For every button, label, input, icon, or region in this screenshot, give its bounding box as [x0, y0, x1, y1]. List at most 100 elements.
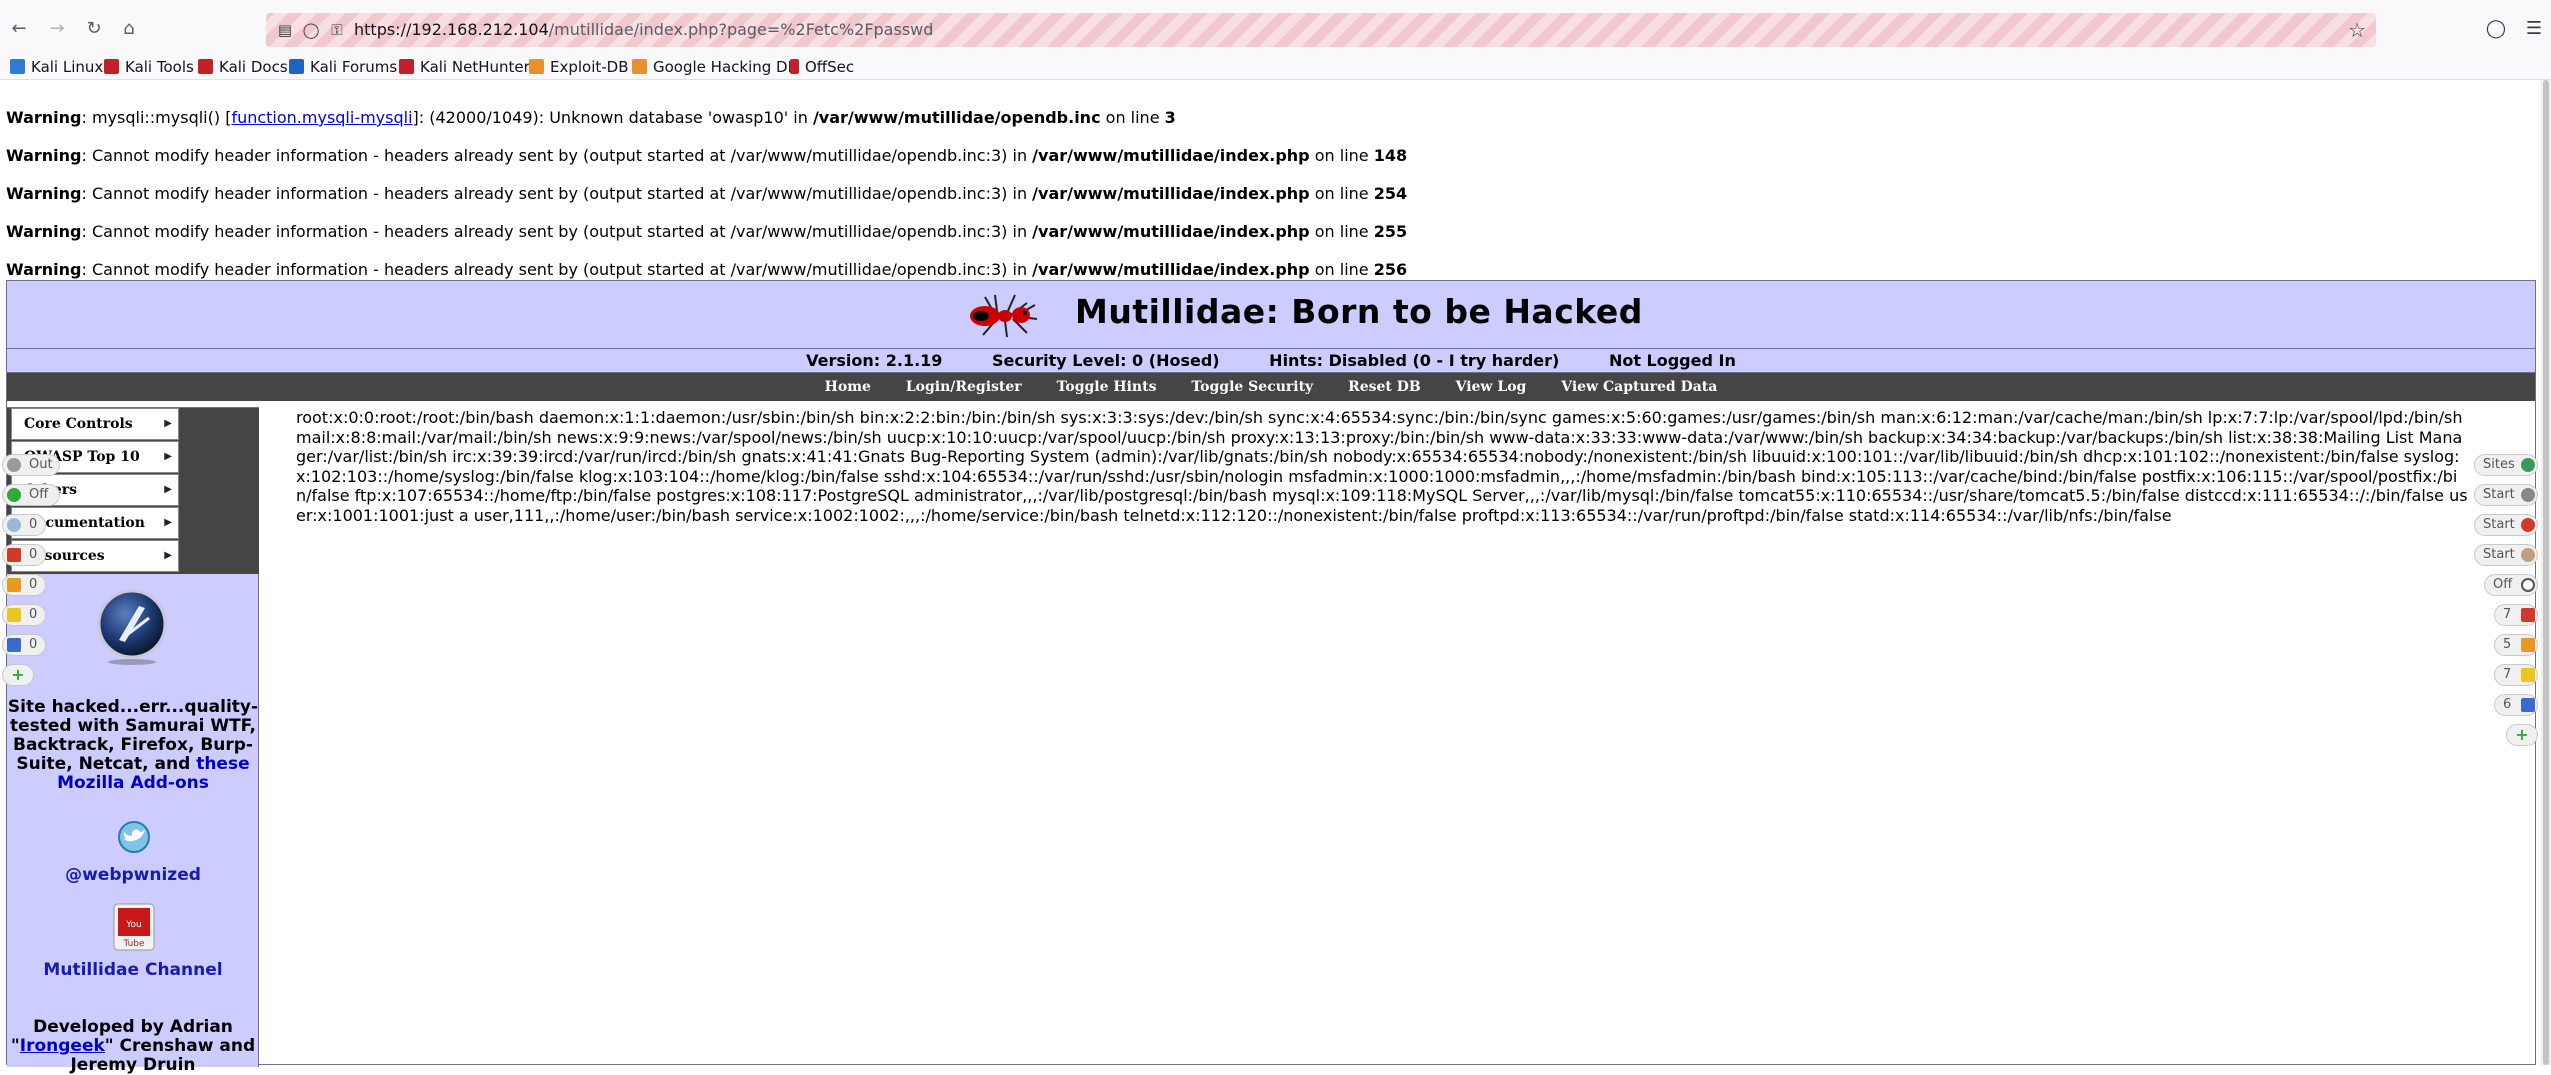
login-status: Not Logged In	[1608, 351, 1736, 370]
red-flag-icon	[7, 548, 21, 562]
submenu-arrow-icon: ▶	[164, 550, 172, 561]
youtube-icon[interactable]: You Tube	[110, 902, 158, 952]
site-header: Mutillidae: Born to be Hacked	[7, 281, 2535, 349]
side-menu-core-controls[interactable]: Core Controls ▶	[11, 408, 179, 440]
add-plugin-button[interactable]: +	[2, 664, 34, 686]
back-icon[interactable]: ←	[8, 18, 30, 40]
php-warning: Warning: mysqli::mysqli() [function.mysq…	[6, 108, 1176, 127]
offsec-icon	[790, 59, 799, 74]
twitter-bird-icon[interactable]	[112, 820, 156, 854]
tracking-icon[interactable]: ▤	[274, 19, 296, 41]
submenu-arrow-icon: ▶	[164, 418, 172, 429]
plugin-pill-counter[interactable]: 0	[2, 574, 46, 596]
add-plugin-button[interactable]: +	[2506, 724, 2538, 746]
security-level: Security Level: 0 (Hosed)	[992, 351, 1220, 370]
bookmark-kali-linux[interactable]: Kali Linux	[10, 56, 103, 78]
plugin-status-icon	[7, 488, 21, 502]
kali-tools-icon	[104, 59, 119, 74]
orange-flag-icon	[2521, 638, 2535, 652]
url-bar[interactable]: ▤ ◯ ⚿ https://192.168.212.104/mutillidae…	[266, 13, 2376, 47]
plugin-pill-off[interactable]: Off	[2, 484, 60, 506]
alert-count-red[interactable]: 7	[2494, 604, 2538, 626]
menu-reset-db[interactable]: Reset DB	[1348, 379, 1421, 395]
twitter-link[interactable]: @webpwnized	[7, 866, 259, 885]
bookmark-kali-nethunter[interactable]: Kali NetHunter	[399, 56, 530, 78]
kali-icon	[10, 59, 25, 74]
browser-toolbar: ← → ↻ ⌂ ▤ ◯ ⚿ https://192.168.212.104/mu…	[0, 0, 2551, 58]
youtube-channel-link[interactable]: Mutillidae Channel	[7, 961, 259, 980]
plugin-pill-start[interactable]: Start	[2474, 544, 2538, 566]
plugin-status-icon	[7, 458, 21, 472]
crosshair-icon	[2521, 578, 2535, 592]
menu-login-register[interactable]: Login/Register	[906, 379, 1022, 395]
owasp-logo-icon[interactable]	[93, 588, 171, 666]
forward-icon[interactable]: →	[46, 18, 68, 40]
hacked-text: Site hacked...err...quality-tested with …	[7, 697, 259, 793]
ant-logo-icon	[970, 294, 1038, 338]
hamburger-menu-icon[interactable]: ☰	[2522, 17, 2546, 41]
bookmark-offsec[interactable]: OffSec	[790, 56, 854, 78]
blue-flag-icon	[7, 638, 21, 652]
function-link[interactable]: function.mysqli-mysqli	[231, 108, 412, 127]
orange-flag-icon	[7, 578, 21, 592]
menu-view-log[interactable]: View Log	[1456, 379, 1527, 395]
blue-flag-icon	[2521, 698, 2535, 712]
yellow-flag-icon	[2521, 668, 2535, 682]
reload-icon[interactable]: ↻	[83, 18, 105, 40]
home-icon[interactable]: ⌂	[118, 18, 140, 40]
bookmarks-bar: Kali Linux Kali Tools Kali Docs Kali For…	[0, 52, 2551, 80]
plugin-pill-sites[interactable]: Sites	[2474, 454, 2538, 476]
menu-toggle-hints[interactable]: Toggle Hints	[1057, 379, 1157, 395]
url-text[interactable]: https://192.168.212.104/mutillidae/index…	[354, 19, 933, 41]
bookmark-kali-docs[interactable]: Kali Docs	[198, 56, 288, 78]
gear-icon	[2521, 488, 2535, 502]
version-bar: Version: 2.1.19 Security Level: 0 (Hosed…	[7, 349, 2535, 373]
fire-icon	[2521, 548, 2535, 562]
plugin-pill-counter[interactable]: 0	[2, 634, 46, 656]
alert-count-orange[interactable]: 5	[2494, 634, 2538, 656]
spider-icon	[2521, 518, 2535, 532]
plugin-pill-counter[interactable]: 0	[2, 544, 46, 566]
bookmark-kali-tools[interactable]: Kali Tools	[104, 56, 194, 78]
php-warning: Warning: Cannot modify header informatio…	[6, 146, 1408, 165]
alert-count-yellow[interactable]: 7	[2494, 664, 2538, 686]
menu-toggle-security[interactable]: Toggle Security	[1191, 379, 1313, 395]
bookmark-kali-forums[interactable]: Kali Forums	[289, 56, 397, 78]
scrollbar-thumb[interactable]	[2543, 80, 2549, 1065]
insecure-lock-icon[interactable]: ⚿	[326, 19, 348, 41]
plugin-pill-start[interactable]: Start	[2474, 514, 2538, 536]
kali-docs-icon	[198, 59, 213, 74]
bookmark-google-hacking-db[interactable]: Google Hacking DB	[632, 56, 798, 78]
globe-icon	[2521, 458, 2535, 472]
bookmark-star-icon[interactable]: ☆	[2348, 18, 2366, 42]
plugin-pill-counter[interactable]: 0	[2, 514, 46, 536]
url-host: https://192.168.212.104	[354, 20, 549, 39]
bookmark-exploit-db[interactable]: Exploit-DB	[529, 56, 629, 78]
plugin-pill-counter[interactable]: 0	[2, 604, 46, 626]
nethunter-icon	[399, 59, 414, 74]
submenu-arrow-icon: ▶	[164, 484, 172, 495]
site-title: Mutillidae: Born to be Hacked	[1075, 292, 1643, 331]
svg-text:Tube: Tube	[122, 939, 145, 949]
menu-home[interactable]: Home	[825, 379, 871, 395]
shield-icon[interactable]: ◯	[300, 19, 322, 41]
bulb-icon	[7, 518, 21, 532]
irongeek-link[interactable]: Irongeek	[20, 1036, 105, 1056]
menu-view-captured-data[interactable]: View Captured Data	[1561, 379, 1717, 395]
main-menu: Home Login/Register Toggle Hints Toggle …	[7, 373, 2535, 401]
kali-forums-icon	[289, 59, 304, 74]
php-warning: Warning: Cannot modify header informatio…	[6, 260, 1408, 279]
submenu-arrow-icon: ▶	[164, 451, 172, 462]
alert-count-blue[interactable]: 6	[2494, 694, 2538, 716]
pocket-icon[interactable]: ◯	[2484, 17, 2508, 41]
php-warning: Warning: Cannot modify header informatio…	[6, 222, 1408, 241]
version-label: Version: 2.1.19	[806, 351, 943, 370]
svg-text:You: You	[125, 920, 142, 930]
page-frame: Mutillidae: Born to be Hacked Version: 2…	[6, 280, 2536, 1075]
sidebar: Core Controls▶ OWASP Top 10▶ Others▶ Doc…	[7, 407, 259, 1075]
plugin-pill-off[interactable]: Off	[2484, 574, 2538, 596]
plugin-pill-start[interactable]: Start	[2474, 484, 2538, 506]
url-path: /mutillidae/index.php?page=%2Fetc%2Fpass…	[548, 20, 934, 39]
plugin-pill-out[interactable]: Out	[2, 454, 60, 476]
yellow-flag-icon	[7, 608, 21, 622]
